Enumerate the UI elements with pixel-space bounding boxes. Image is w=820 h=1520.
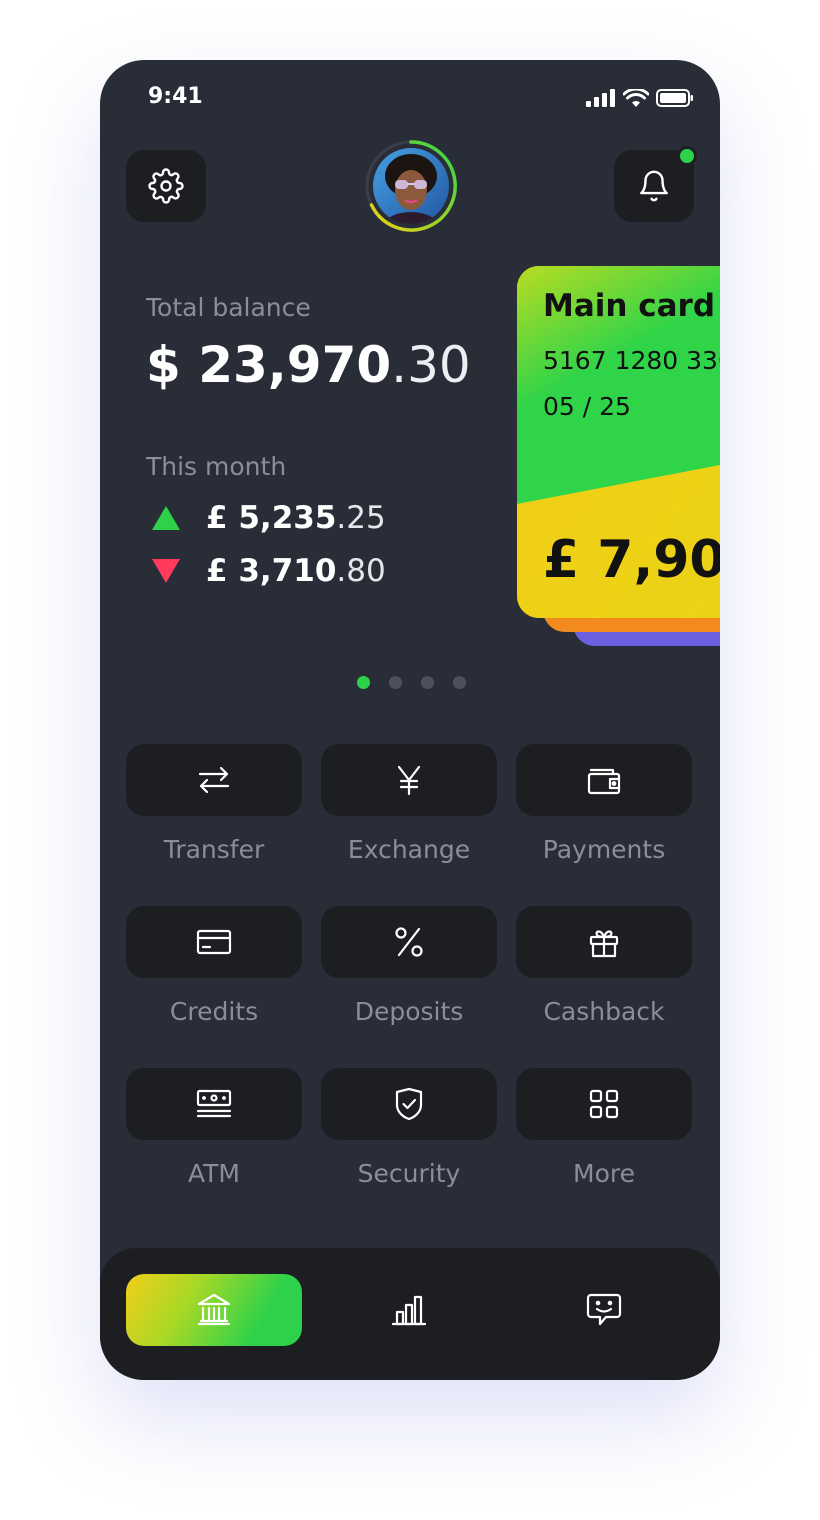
payments-label: Payments <box>542 835 666 864</box>
cashback-button[interactable] <box>516 906 692 978</box>
card-pagination <box>357 676 466 689</box>
expense-row: £ 3,710.80 <box>150 553 386 589</box>
yen-icon <box>397 765 421 796</box>
credits-button[interactable] <box>126 906 302 978</box>
balance-integer: 23,970 <box>198 336 392 394</box>
card-title: Main card <box>543 288 716 324</box>
bank-icon <box>197 1293 231 1326</box>
gift-icon <box>589 930 619 958</box>
transfer-button[interactable] <box>126 744 302 816</box>
security-button[interactable] <box>321 1068 497 1140</box>
wifi-icon <box>623 88 649 107</box>
status-icons <box>586 88 694 108</box>
avatar-image <box>365 140 457 232</box>
settings-button[interactable] <box>126 150 206 222</box>
avatar[interactable] <box>365 140 457 232</box>
battery-icon <box>656 89 693 107</box>
bottom-navigation <box>100 1248 720 1380</box>
cashback-label: Cashback <box>543 997 665 1026</box>
income-row: £ 5,235.25 <box>150 500 386 536</box>
gear-icon <box>148 168 184 204</box>
total-balance-label: Total balance <box>146 293 311 322</box>
signal-icon <box>586 89 615 107</box>
exchange-button[interactable] <box>321 744 497 816</box>
nav-bank-button[interactable] <box>126 1274 302 1346</box>
more-button[interactable] <box>516 1068 692 1140</box>
pagination-dot-active[interactable] <box>357 676 370 689</box>
expense-amount: £ 3,710 <box>206 553 337 589</box>
atm-button[interactable] <box>126 1068 302 1140</box>
nav-analytics-button[interactable] <box>321 1274 497 1346</box>
arrow-up-icon <box>152 506 180 530</box>
notification-badge <box>677 146 697 166</box>
arrow-down-icon <box>152 559 180 583</box>
exchange-label: Exchange <box>347 835 471 864</box>
balance-decimal: .30 <box>391 336 471 394</box>
pagination-dot[interactable] <box>453 676 466 689</box>
security-label: Security <box>357 1159 461 1188</box>
pagination-dot[interactable] <box>421 676 434 689</box>
deposits-button[interactable] <box>321 906 497 978</box>
transfer-label: Transfer <box>163 835 265 864</box>
percent-icon <box>395 927 423 957</box>
expense-decimal: .80 <box>336 553 386 589</box>
cash-icon <box>196 1089 232 1118</box>
income-amount: £ 5,235 <box>206 500 337 536</box>
bell-icon <box>640 170 668 202</box>
this-month-label: This month <box>146 452 287 481</box>
credits-label: Credits <box>169 997 259 1026</box>
grid-icon <box>589 1089 619 1119</box>
transfer-icon <box>198 766 230 794</box>
total-balance-value: $ 23,970.30 <box>146 336 471 394</box>
card-expiry: 05 / 25 <box>543 392 631 421</box>
shield-check-icon <box>395 1087 423 1121</box>
more-label: More <box>573 1159 635 1188</box>
wallet-icon <box>587 768 621 795</box>
card-carousel[interactable]: Main card 5167 1280 330 05 / 25 £ 7,907 <box>517 266 720 646</box>
payments-button[interactable] <box>516 744 692 816</box>
card-number: 5167 1280 330 <box>543 346 720 375</box>
deposits-label: Deposits <box>354 997 464 1026</box>
chart-icon <box>391 1295 427 1326</box>
main-card[interactable]: Main card 5167 1280 330 05 / 25 £ 7,907 <box>517 266 720 618</box>
pagination-dot[interactable] <box>389 676 402 689</box>
chat-smile-icon <box>586 1293 622 1326</box>
balance-currency: $ <box>146 336 181 394</box>
credit-card-icon <box>196 929 232 955</box>
status-time: 9:41 <box>148 84 203 109</box>
card-balance: £ 7,907 <box>543 530 720 590</box>
nav-support-button[interactable] <box>516 1274 692 1346</box>
income-decimal: .25 <box>336 500 386 536</box>
atm-label: ATM <box>187 1159 240 1188</box>
phone-screen: 9:41 Total balance $ 23,970.30 This mont… <box>100 60 720 1380</box>
